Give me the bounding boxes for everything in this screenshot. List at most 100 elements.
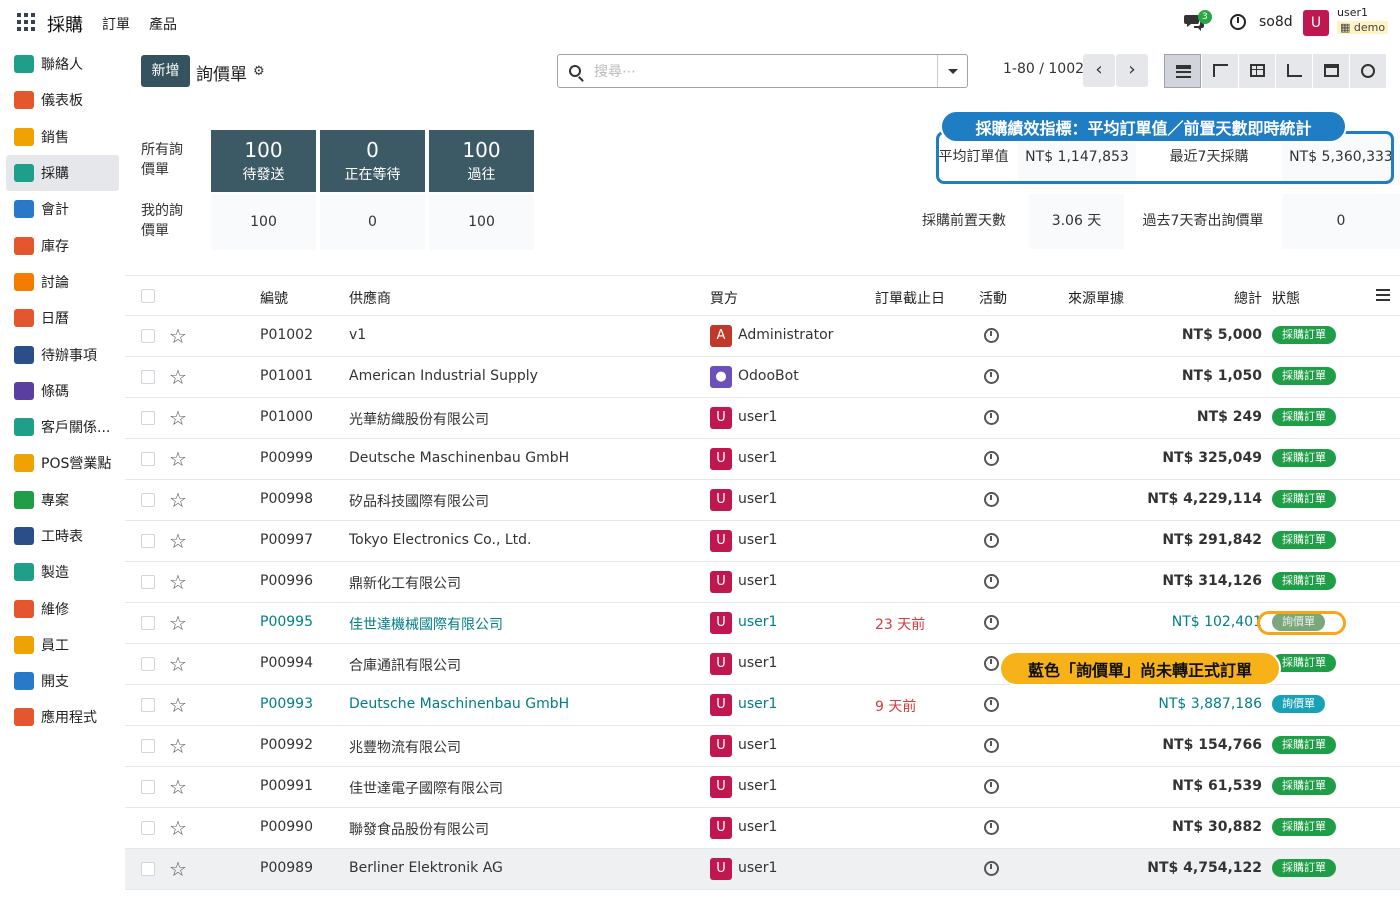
col-source[interactable]: 來源單據: [1068, 288, 1124, 308]
table-row[interactable]: ☆ P00996 鼎新化工有限公司 Uuser1 NT$ 314,126 採購訂單: [125, 562, 1400, 603]
row-checkbox[interactable]: [141, 739, 155, 753]
row-checkbox[interactable]: [141, 698, 155, 712]
menu-orders[interactable]: 訂單: [102, 14, 130, 34]
buyer-avatar[interactable]: A: [710, 325, 732, 347]
table-row[interactable]: ☆ P00992 兆豐物流有限公司 Uuser1 NT$ 154,766 採購訂單: [125, 726, 1400, 767]
search-input[interactable]: [594, 63, 924, 81]
table-row[interactable]: ☆ P00993 Deutsche Maschinenbau GmbH Uuser1 9…: [125, 685, 1400, 726]
sidebar-item[interactable]: 客戶關係...: [0, 409, 120, 445]
table-row[interactable]: ☆ P00990 聯發食品股份有限公司 Uuser1 NT$ 30,882 採購訂單: [125, 808, 1400, 849]
menu-products[interactable]: 產品: [149, 14, 177, 34]
activity-clock-icon[interactable]: [984, 779, 999, 794]
database-name[interactable]: so8d: [1259, 14, 1293, 30]
table-row[interactable]: ☆ P00991 佳世達電子國際有限公司 Uuser1 NT$ 61,539 採購訂單: [125, 767, 1400, 808]
table-row[interactable]: ☆ P01001 American Industrial Supply ● OdooBo…: [125, 357, 1400, 398]
star-icon[interactable]: ☆: [169, 693, 187, 717]
activity-clock-icon[interactable]: [984, 492, 999, 507]
sidebar-item[interactable]: 製造: [0, 554, 120, 590]
tile-waiting[interactable]: 0 正在等待: [320, 130, 425, 192]
sidebar-item[interactable]: 工時表: [0, 518, 120, 554]
star-icon[interactable]: ☆: [169, 447, 187, 471]
table-row[interactable]: ☆ P01000 光華紡織股份有限公司 Uuser1 NT$ 249 採購訂單: [125, 398, 1400, 439]
app-title[interactable]: 採購: [47, 11, 83, 37]
pivot-view-button[interactable]: [1238, 54, 1275, 88]
sidebar-item[interactable]: 條碼: [0, 373, 120, 409]
sidebar-item[interactable]: 採購: [6, 154, 119, 192]
buyer-avatar[interactable]: U: [710, 448, 732, 470]
star-icon[interactable]: ☆: [169, 734, 187, 758]
apps-menu-icon[interactable]: [17, 13, 35, 31]
col-total[interactable]: 總計: [1234, 288, 1262, 308]
buyer-avatar[interactable]: ●: [710, 366, 732, 388]
row-checkbox[interactable]: [141, 370, 155, 384]
buyer-avatar[interactable]: U: [710, 817, 732, 839]
activity-clock-icon[interactable]: [984, 328, 999, 343]
list-view-button[interactable]: [1164, 54, 1201, 88]
buyer-avatar[interactable]: U: [710, 407, 732, 429]
table-row[interactable]: ☆ P00998 矽品科技國際有限公司 Uuser1 NT$ 4,229,114 採購訂單: [125, 480, 1400, 521]
my-tile-waiting[interactable]: 0: [320, 194, 425, 250]
sidebar-item[interactable]: 庫存: [0, 227, 120, 263]
table-row[interactable]: ☆ P00989 Berliner Elektronik AG Uuser1 NT$ 4…: [125, 849, 1400, 890]
col-vendor[interactable]: 供應商: [349, 288, 391, 308]
star-icon[interactable]: ☆: [169, 570, 187, 594]
tile-to-send[interactable]: 100 待發送: [211, 130, 316, 192]
user-avatar[interactable]: U: [1303, 10, 1329, 36]
row-checkbox[interactable]: [141, 575, 155, 589]
col-deadline[interactable]: 訂單截止日: [875, 288, 945, 308]
pager-value[interactable]: 1-80 / 1002: [1003, 61, 1084, 77]
buyer-avatar[interactable]: U: [710, 776, 732, 798]
row-checkbox[interactable]: [141, 616, 155, 630]
activity-clock-icon[interactable]: [984, 656, 999, 671]
row-checkbox[interactable]: [141, 493, 155, 507]
activity-clock-icon[interactable]: [984, 410, 999, 425]
activity-clock-icon[interactable]: [984, 615, 999, 630]
row-checkbox[interactable]: [141, 452, 155, 466]
activity-clock-icon[interactable]: [984, 820, 999, 835]
user-name[interactable]: user1: [1337, 6, 1368, 19]
row-checkbox[interactable]: [141, 780, 155, 794]
star-icon[interactable]: ☆: [169, 816, 187, 840]
sidebar-item[interactable]: 銷售: [0, 119, 120, 155]
activity-clock-icon[interactable]: [984, 369, 999, 384]
sidebar-item[interactable]: 員工: [0, 627, 120, 663]
col-buyer[interactable]: 買方: [710, 288, 738, 308]
row-checkbox[interactable]: [141, 657, 155, 671]
my-tile-late[interactable]: 100: [429, 194, 534, 250]
row-checkbox[interactable]: [141, 411, 155, 425]
row-checkbox[interactable]: [141, 862, 155, 876]
sidebar-item[interactable]: 應用程式: [0, 699, 120, 735]
sidebar-item[interactable]: POS營業點: [0, 445, 120, 481]
sidebar-item[interactable]: 儀表板: [0, 82, 120, 118]
sidebar-item[interactable]: 待辦事項: [0, 336, 120, 372]
col-status[interactable]: 狀態: [1272, 288, 1300, 308]
activity-clock-icon[interactable]: [984, 451, 999, 466]
buyer-avatar[interactable]: U: [710, 612, 732, 634]
pager-previous-button[interactable]: ‹: [1083, 54, 1115, 87]
table-row[interactable]: ☆ P01002 v1 A Administrator NT$ 5,000 採購訂單: [125, 316, 1400, 357]
graph-view-button[interactable]: [1275, 54, 1312, 88]
table-row[interactable]: ☆ P00995 佳世達機械國際有限公司 Uuser1 23 天前 NT$ 102,401…: [125, 603, 1400, 644]
buyer-avatar[interactable]: U: [710, 735, 732, 757]
row-checkbox[interactable]: [141, 534, 155, 548]
activity-clock-icon[interactable]: [984, 738, 999, 753]
sidebar-item[interactable]: 開支: [0, 663, 120, 699]
buyer-avatar[interactable]: U: [710, 858, 732, 880]
search-icon[interactable]: [569, 65, 581, 77]
col-ref[interactable]: 編號: [260, 288, 288, 308]
star-icon[interactable]: ☆: [169, 488, 187, 512]
row-checkbox[interactable]: [141, 329, 155, 343]
buyer-avatar[interactable]: U: [710, 694, 732, 716]
sidebar-item[interactable]: 日曆: [0, 300, 120, 336]
buyer-avatar[interactable]: U: [710, 530, 732, 552]
buyer-avatar[interactable]: U: [710, 571, 732, 593]
star-icon[interactable]: ☆: [169, 324, 187, 348]
star-icon[interactable]: ☆: [169, 365, 187, 389]
table-row[interactable]: ☆ P00999 Deutsche Maschinenbau GmbH Uuser1 N…: [125, 439, 1400, 480]
kanban-view-button[interactable]: [1201, 54, 1238, 88]
search-options-toggle[interactable]: [937, 55, 967, 87]
col-activity[interactable]: 活動: [979, 288, 1007, 308]
row-checkbox[interactable]: [141, 821, 155, 835]
tile-late[interactable]: 100 過往: [429, 130, 534, 192]
activity-view-button[interactable]: [1349, 54, 1386, 88]
